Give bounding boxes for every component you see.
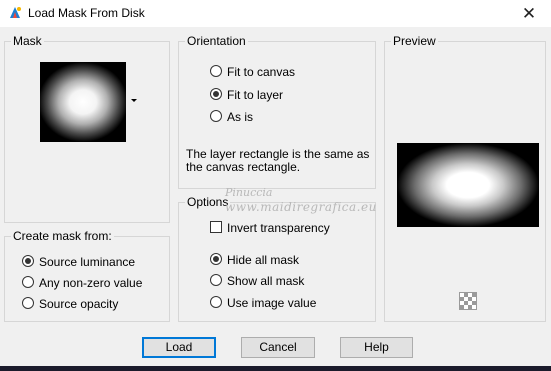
close-button[interactable]: ✕ bbox=[507, 0, 551, 27]
radio-button[interactable] bbox=[210, 253, 222, 265]
radio-button[interactable] bbox=[210, 65, 222, 77]
watermark-line1: Pinuccia bbox=[225, 186, 273, 199]
taskbar-edge bbox=[0, 366, 551, 371]
help-button[interactable]: Help bbox=[340, 337, 413, 358]
radio-button[interactable] bbox=[22, 297, 34, 309]
radio-label: Any non-zero value bbox=[39, 276, 143, 290]
checkbox[interactable] bbox=[210, 221, 222, 233]
preview-group-label: Preview bbox=[391, 34, 438, 48]
orientation-group-label: Orientation bbox=[185, 34, 248, 48]
radio-label: Source opacity bbox=[39, 297, 119, 311]
radio-button[interactable] bbox=[210, 296, 222, 308]
checkbox-label: Invert transparency bbox=[227, 221, 330, 235]
radio-label: As is bbox=[227, 110, 254, 124]
cancel-button[interactable]: Cancel bbox=[241, 337, 315, 358]
watermark: Pinuccia www.maidiregrafica.eu bbox=[225, 185, 377, 215]
close-icon: ✕ bbox=[521, 4, 537, 23]
radio-label: Fit to layer bbox=[227, 88, 284, 102]
watermark-line2: www.maidiregrafica.eu bbox=[225, 200, 377, 214]
radio-label: Source luminance bbox=[39, 255, 136, 269]
mask-group-label: Mask bbox=[11, 34, 44, 48]
psp-app-icon bbox=[10, 7, 21, 18]
mask-thumbnail[interactable] bbox=[40, 62, 126, 142]
radio-button[interactable] bbox=[210, 88, 222, 100]
radio-label: Fit to canvas bbox=[227, 65, 296, 79]
load-button[interactable]: Load bbox=[142, 337, 216, 358]
radio-button[interactable] bbox=[210, 110, 222, 122]
radio-label: Show all mask bbox=[227, 274, 305, 288]
create-mask-from-label: Create mask from: bbox=[11, 229, 114, 243]
radio-button[interactable] bbox=[210, 274, 222, 286]
options-group-label: Options bbox=[185, 195, 231, 209]
orientation-info-text: The layer rectangle is the same as the c… bbox=[186, 147, 370, 174]
radio-button[interactable] bbox=[22, 276, 34, 288]
window-title: Load Mask From Disk bbox=[28, 6, 145, 20]
checkerboard-icon[interactable] bbox=[459, 292, 477, 310]
preview-image bbox=[397, 143, 539, 227]
radio-label: Hide all mask bbox=[227, 253, 300, 267]
title-bar[interactable]: Load Mask From Disk ✕ bbox=[0, 0, 551, 27]
radio-label: Use image value bbox=[227, 296, 317, 310]
chevron-down-icon[interactable] bbox=[131, 99, 137, 102]
radio-button[interactable] bbox=[22, 255, 34, 267]
